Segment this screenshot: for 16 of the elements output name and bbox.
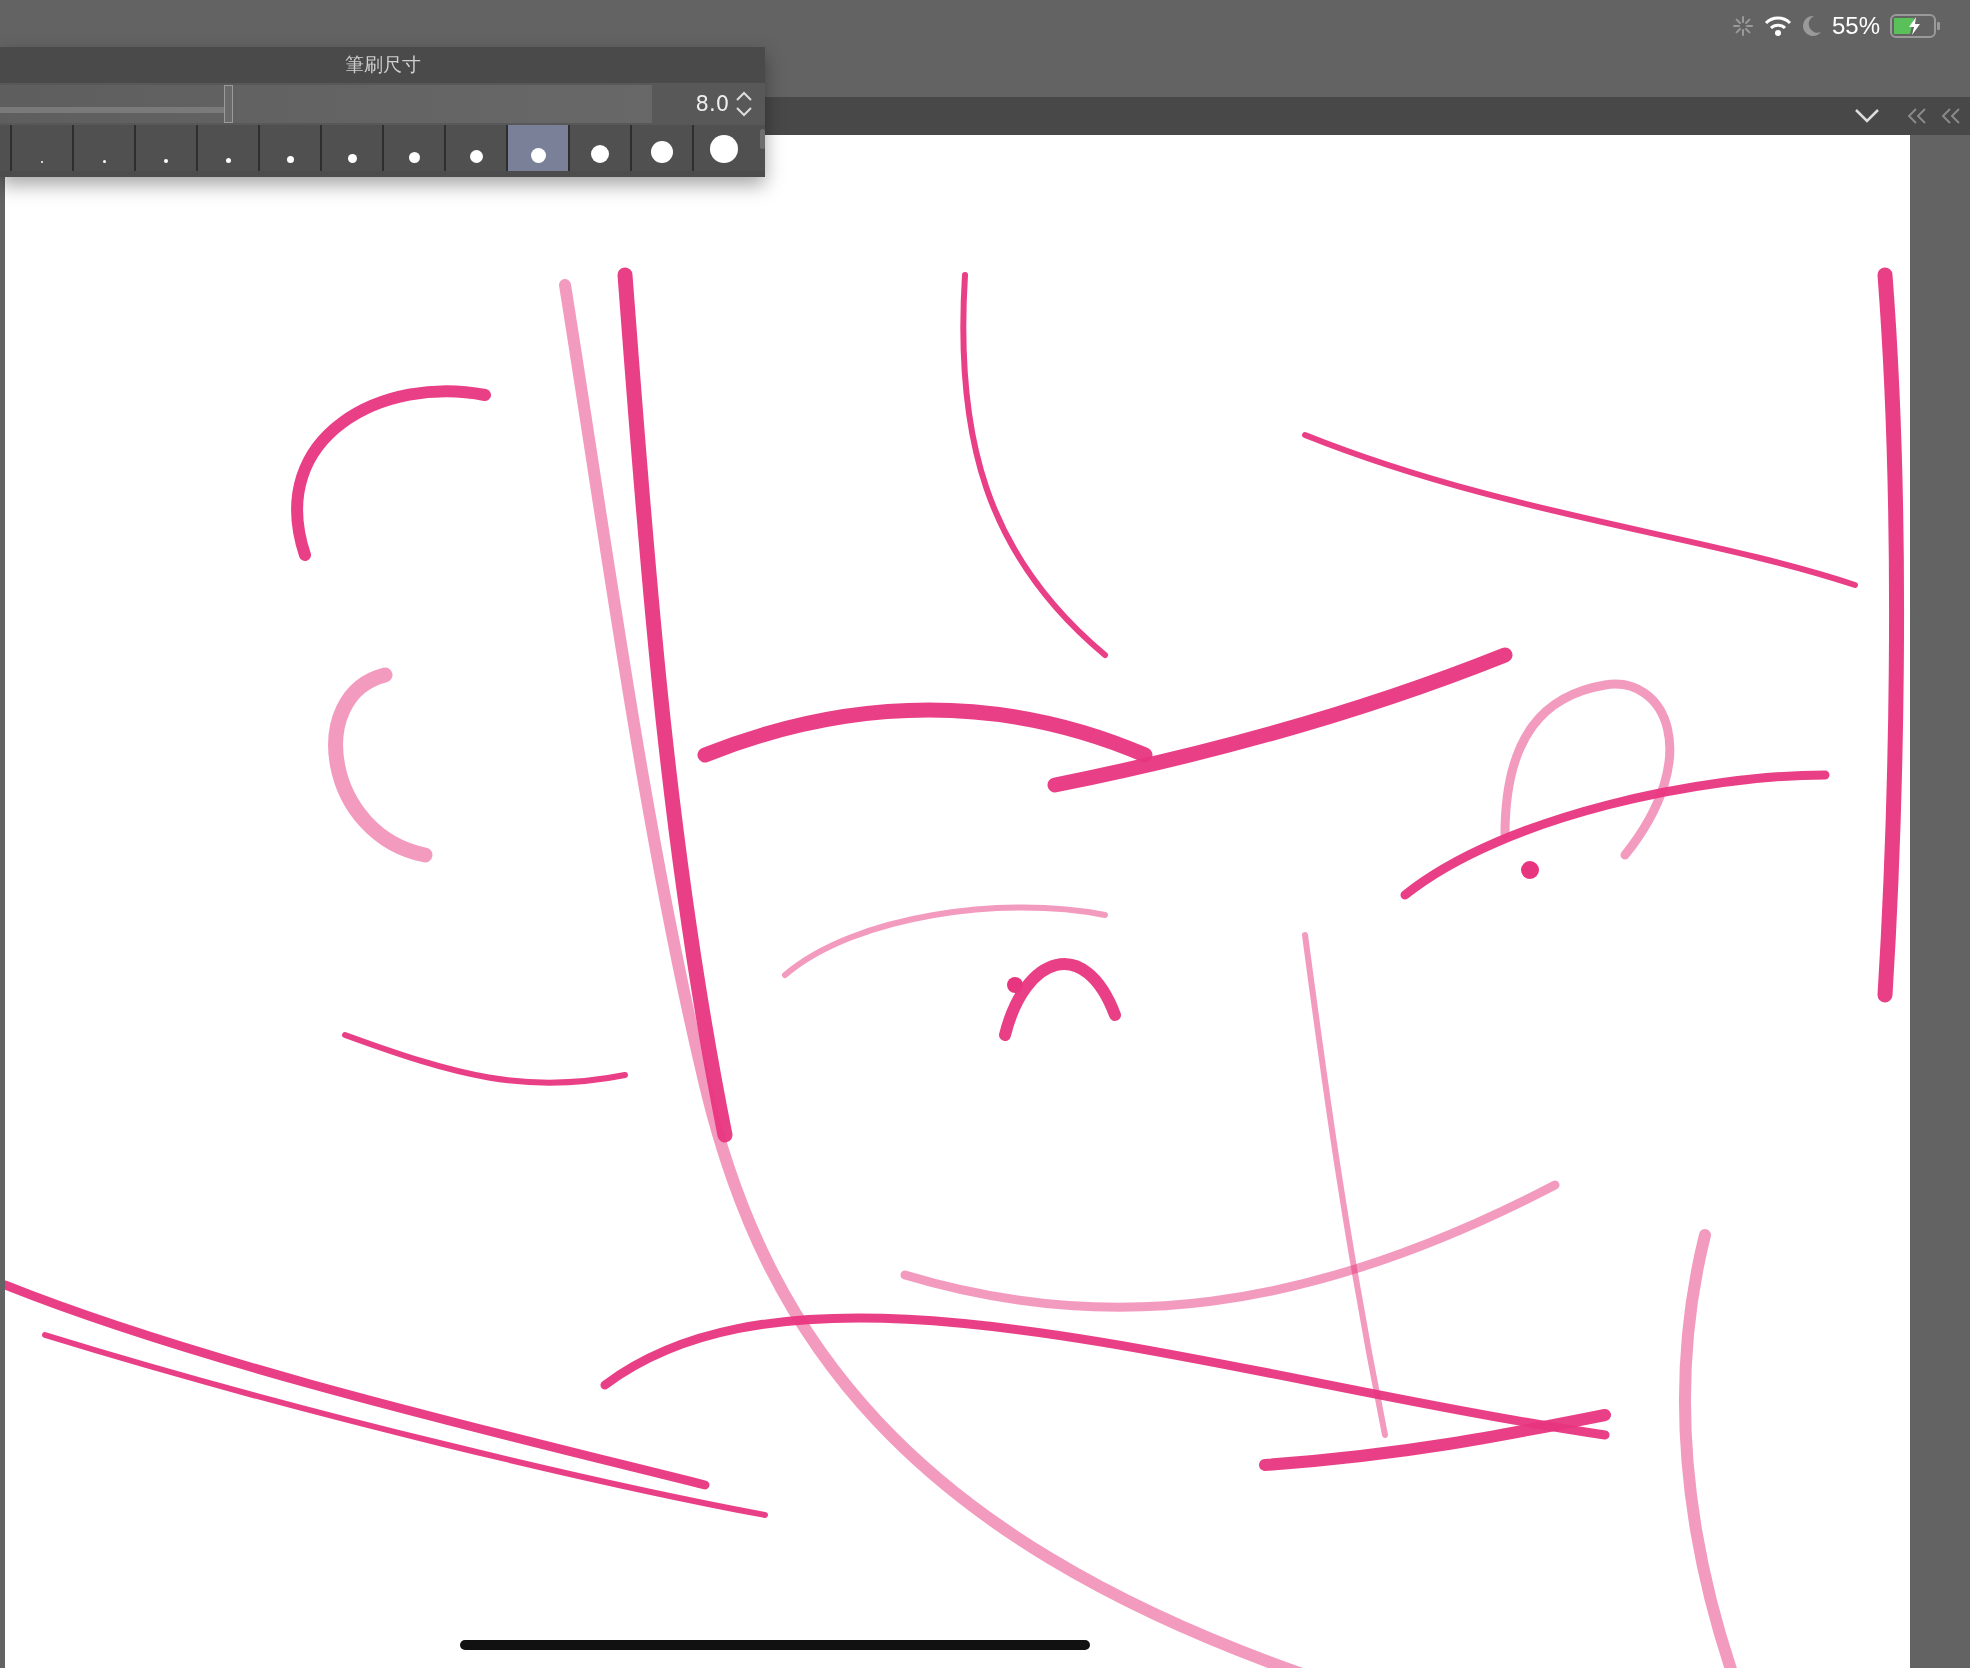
wifi-icon	[1763, 15, 1792, 37]
moon-icon	[1801, 15, 1822, 37]
panel-title: 筆刷尺寸	[344, 52, 421, 77]
brush-size-preset[interactable]	[506, 125, 568, 171]
slider-thumb[interactable]	[224, 85, 234, 123]
collapse-left-icon[interactable]	[1940, 107, 1962, 125]
battery-charging-icon	[1890, 14, 1940, 38]
stepper-icon[interactable]	[735, 90, 753, 118]
battery-percentage: 55%	[1831, 12, 1880, 40]
drawing-canvas[interactable]	[5, 135, 1910, 1668]
scrollbar[interactable]	[760, 129, 765, 149]
loading-icon	[1731, 15, 1754, 37]
collapse-left-icon[interactable]	[1906, 107, 1928, 125]
brush-size-slider[interactable]	[0, 85, 652, 123]
chevron-down-icon[interactable]	[1854, 108, 1880, 124]
brush-size-value[interactable]: 8.0	[695, 92, 729, 116]
